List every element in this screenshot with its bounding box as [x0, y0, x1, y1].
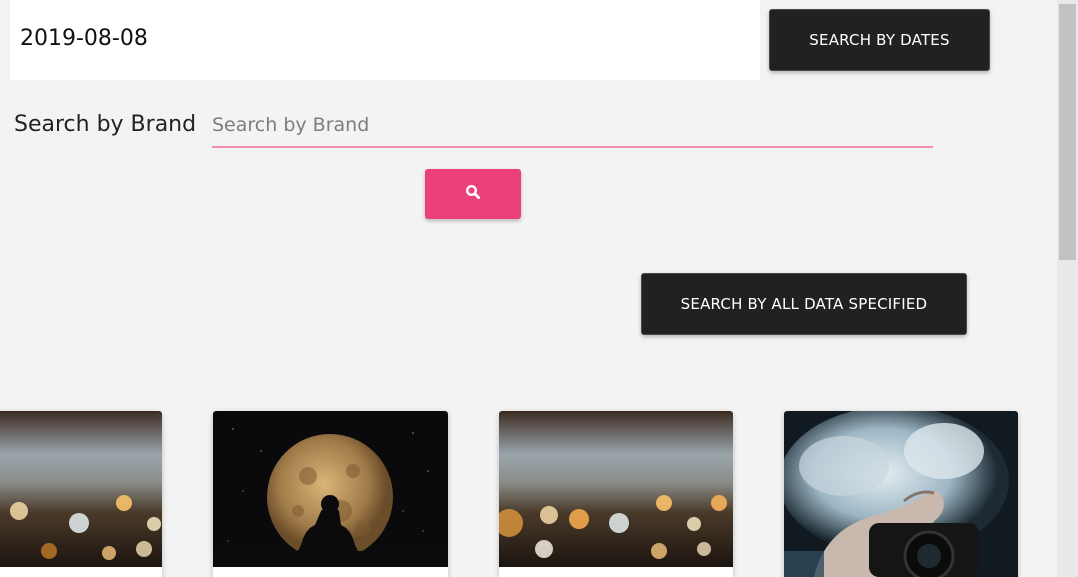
date-field[interactable]: 2019-08-08	[10, 0, 760, 80]
bokeh-lights-image	[0, 411, 162, 567]
brand-search-button[interactable]	[425, 169, 521, 219]
camera-smoke-image	[784, 411, 1018, 577]
search-icon	[465, 184, 481, 204]
gallery-card[interactable]	[499, 411, 733, 577]
page-scrollbar[interactable]	[1057, 0, 1078, 577]
gallery-card[interactable]	[784, 411, 1018, 577]
gallery-card[interactable]	[0, 411, 162, 577]
moon-silhouette-image	[213, 411, 448, 567]
search-by-brand-input[interactable]	[212, 104, 933, 148]
search-by-dates-button[interactable]: SEARCH BY DATES	[769, 9, 990, 71]
bokeh-lights-image	[499, 411, 733, 567]
gallery-card[interactable]	[213, 411, 448, 577]
date-value: 2019-08-08	[20, 26, 148, 51]
search-by-all-data-button[interactable]: SEARCH BY ALL DATA SPECIFIED	[641, 273, 967, 335]
scrollbar-thumb[interactable]	[1059, 4, 1076, 260]
search-by-brand-label: Search by Brand	[14, 112, 197, 137]
